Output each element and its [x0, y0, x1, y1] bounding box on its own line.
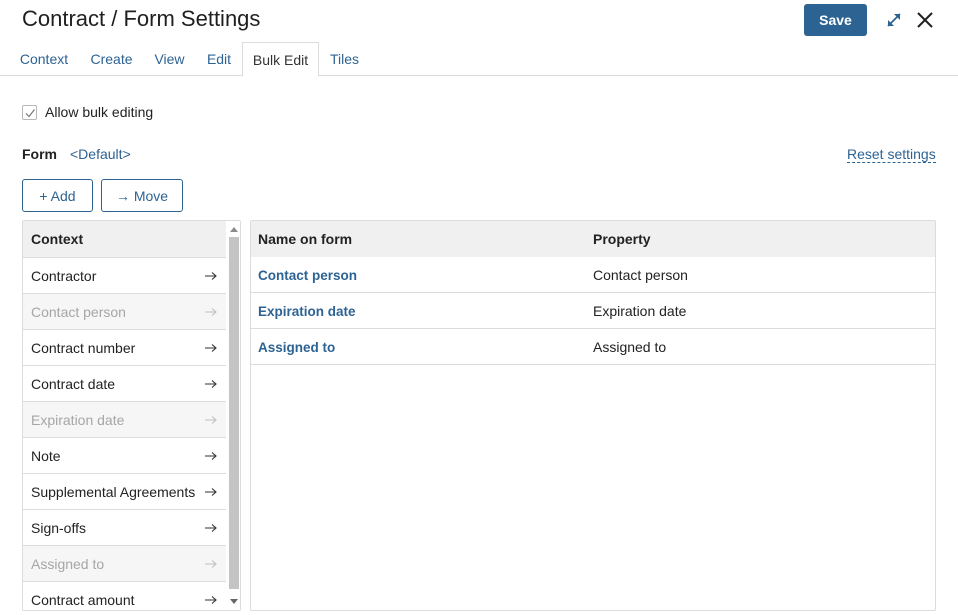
scroll-up-arrow-icon[interactable]: [230, 227, 238, 232]
arrow-right-icon: [204, 413, 218, 425]
column-header-name-on-form: Name on form: [258, 231, 353, 247]
close-icon[interactable]: [914, 9, 936, 31]
context-list-item[interactable]: Contract amount: [23, 581, 226, 610]
column-header-property: Property: [593, 231, 651, 247]
context-list-item: Expiration date: [23, 401, 226, 437]
table-row[interactable]: Expiration date Expiration date: [251, 293, 935, 329]
form-selector[interactable]: <Default>: [70, 146, 131, 162]
tab-context[interactable]: Context: [12, 42, 76, 76]
allow-bulk-editing-row: Allow bulk editing: [22, 104, 153, 120]
add-button[interactable]: + Add: [22, 179, 93, 212]
page-title: Contract / Form Settings: [22, 6, 261, 31]
checkmark-icon: [25, 108, 35, 117]
context-list-item[interactable]: Contractor: [23, 257, 226, 293]
expand-icon[interactable]: [884, 10, 904, 30]
context-list-item[interactable]: Note: [23, 437, 226, 473]
context-list-item: Assigned to: [23, 545, 226, 581]
context-list-item[interactable]: Supplemental Agreements: [23, 473, 226, 509]
arrow-right-icon[interactable]: [204, 449, 218, 461]
form-label: Form: [22, 146, 57, 162]
allow-bulk-editing-checkbox[interactable]: [22, 104, 37, 120]
context-list-item-label: Contract date: [31, 375, 116, 392]
context-list-item-label: Contract number: [31, 339, 136, 356]
arrow-right-icon: [204, 305, 218, 317]
scroll-down-arrow-icon[interactable]: [230, 599, 238, 604]
save-button[interactable]: Save: [804, 4, 867, 36]
field-name-link[interactable]: Contact person: [258, 257, 357, 293]
tab-bulk-edit[interactable]: Bulk Edit: [242, 42, 319, 77]
field-property: Assigned to: [593, 339, 667, 355]
context-list-scrollbar[interactable]: [226, 221, 240, 610]
table-header: Name on form Property: [251, 221, 935, 257]
arrow-right-icon[interactable]: [204, 341, 218, 353]
allow-bulk-editing-label[interactable]: Allow bulk editing: [45, 104, 153, 120]
context-list-item[interactable]: Contract date: [23, 365, 226, 401]
tab-edit[interactable]: Edit: [200, 42, 238, 76]
context-list-item-label: Contractor: [31, 267, 97, 284]
context-list-item-label: Note: [31, 447, 61, 464]
arrow-right-icon[interactable]: [204, 521, 218, 533]
arrow-right-icon[interactable]: [204, 269, 218, 281]
context-list-item-label: Supplemental Agreements: [31, 483, 196, 500]
tab-tiles[interactable]: Tiles: [323, 42, 366, 76]
context-list-item-label: Expiration date: [31, 411, 125, 428]
scrollbar-thumb[interactable]: [229, 237, 239, 589]
tab-bar: Context Create View Edit Bulk Edit Tiles: [0, 42, 958, 77]
arrow-right-icon[interactable]: [204, 593, 218, 605]
context-list-item-label: Sign-offs: [31, 519, 86, 536]
reset-settings-link[interactable]: Reset settings: [847, 146, 936, 163]
context-list-item-label: Contact person: [31, 303, 126, 320]
context-list-item[interactable]: Contract number: [23, 329, 226, 365]
field-name-link[interactable]: Assigned to: [258, 329, 335, 365]
arrow-right-icon[interactable]: [204, 485, 218, 497]
context-list-header: Context: [23, 221, 226, 257]
table-row[interactable]: Contact person Contact person: [251, 257, 935, 293]
field-name-link[interactable]: Expiration date: [258, 293, 356, 329]
tab-create[interactable]: Create: [84, 42, 139, 76]
context-list-item-label: Contract amount: [31, 591, 135, 608]
context-list-panel: Context Contractor Contact person Contract…: [22, 220, 241, 611]
tab-view[interactable]: View: [147, 42, 192, 76]
arrow-right-icon: [204, 557, 218, 569]
context-list-item[interactable]: Sign-offs: [23, 509, 226, 545]
context-list-item: Contact person: [23, 293, 226, 329]
table-row[interactable]: Assigned to Assigned to: [251, 329, 935, 365]
field-property: Expiration date: [593, 303, 687, 319]
form-fields-table: Name on form Property Contact person Cont…: [250, 220, 936, 611]
context-list-item-label: Assigned to: [31, 555, 105, 572]
arrow-right-icon[interactable]: [204, 377, 218, 389]
move-button[interactable]: → Move: [101, 179, 183, 212]
field-property: Contact person: [593, 267, 688, 283]
